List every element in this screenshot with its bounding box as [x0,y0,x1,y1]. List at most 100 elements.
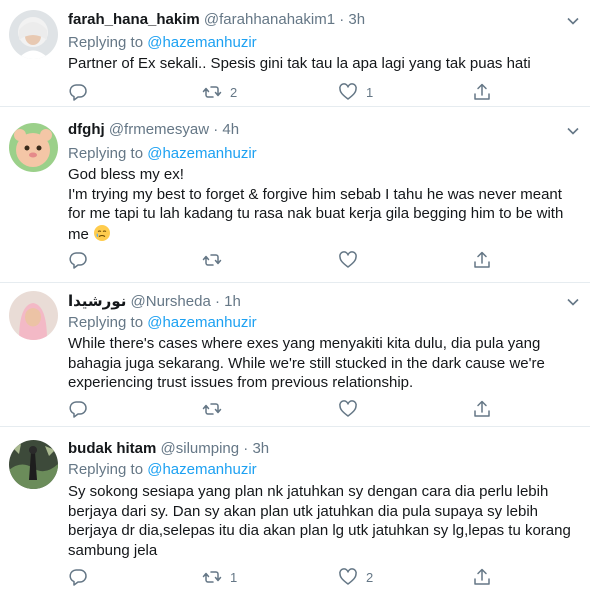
retweet-count: 2 [230,84,238,100]
tweet-text-line: I'm trying my best to forget & forgive h… [68,185,562,203]
retweet-icon [202,571,222,583]
timestamp[interactable]: 1h [224,293,241,310]
reply-mention-link[interactable]: @hazemanhuzir [147,461,256,478]
like-icon [339,568,357,585]
like-count: 2 [366,569,374,585]
display-name[interactable]: dfghj [68,121,105,138]
timestamp[interactable]: 3h [348,11,365,28]
tweet-text-line: While there's cases where exes yang meny… [68,335,541,352]
tweet-text: Partner of Ex sekali.. Spesis gini tak t… [68,54,568,74]
retweet-button[interactable]: 1 [202,567,237,587]
tweet[interactable]: farah_hana_hakim @farahhanahakim1 · 3h R… [0,0,590,107]
replying-to: Replying to @hazemanhuzir [68,34,257,51]
retweet-icon [202,86,222,98]
reply-mention-link[interactable]: @hazemanhuzir [147,34,256,51]
like-count: 1 [366,84,374,100]
share-button[interactable] [472,250,492,270]
like-icon [339,400,357,417]
replying-to: Replying to @hazemanhuzir [68,314,257,331]
chevron-down-icon[interactable] [566,14,580,28]
tweet-text-line: God bless my ex! [68,166,184,183]
tweet-text-line: bahagia juga sekarang. While we're still… [68,354,545,372]
separator: · [243,440,249,457]
retweet-icon [202,403,222,415]
user-handle[interactable]: @frmemesyaw [109,121,209,138]
share-button[interactable] [472,567,492,587]
tweet[interactable]: نورشيدا @Nursheda · 1h Replying to @haze… [0,283,590,427]
tweet-header: budak hitam @silumping · 3h [68,440,269,457]
tweet-text: Sy sokong sesiapa yang plan nk jatuhkan … [68,482,571,560]
user-handle[interactable]: @silumping [161,440,240,457]
tweet-text-line: for me tapi tu lah kadang tu rasa nak bu… [68,205,564,222]
reply-button[interactable] [68,399,96,419]
like-button[interactable] [338,399,366,419]
user-handle[interactable]: @farahhanahakim1 [204,11,335,28]
replying-to-label: Replying to [68,145,144,162]
user-handle[interactable]: @Nursheda [131,293,211,310]
replying-to: Replying to @hazemanhuzir [68,145,257,162]
reply-icon [69,252,87,269]
tweet-text-line: berjaya dr dia,selepas itu dia akan plan… [68,522,571,539]
timestamp[interactable]: 4h [222,121,239,138]
reply-icon [69,84,87,101]
tweet-text-line: me [68,224,568,245]
timestamp[interactable]: 3h [252,440,269,457]
share-icon [474,400,490,417]
like-button[interactable] [338,250,366,270]
retweet-button[interactable] [202,250,230,270]
action-bar: 2 1 [68,82,508,102]
tweet-text-line: berjaya dari sy. Dan sy akan plan utk ja… [68,502,539,520]
avatar[interactable] [9,123,58,172]
tweet[interactable]: dfghj @frmemesyaw · 4h Replying to @haze… [0,107,590,283]
tweet[interactable]: budak hitam @silumping · 3h Replying to … [0,427,590,590]
chevron-down-icon[interactable] [566,295,580,309]
replying-to-label: Replying to [68,34,144,51]
avatar[interactable] [9,440,58,489]
separator: · [339,11,345,28]
separator: · [214,293,220,310]
display-name[interactable]: budak hitam [68,440,156,457]
tweet-text: God bless my ex! I'm trying my best to f… [68,165,568,244]
reply-mention-link[interactable]: @hazemanhuzir [147,145,256,162]
avatar[interactable] [9,10,58,59]
tweet-text-line: sambung jela [68,541,158,559]
retweet-icon [202,254,222,266]
share-icon [474,251,490,268]
replying-to: Replying to @hazemanhuzir [68,461,257,478]
reply-button[interactable] [68,250,96,270]
tweet-text-line: Partner of Ex sekali.. Spesis gini tak t… [68,55,531,72]
display-name[interactable]: نورشيدا [68,293,126,310]
chevron-down-icon[interactable] [566,124,580,138]
retweet-count: 1 [230,569,238,585]
reply-button[interactable] [68,82,96,102]
avatar[interactable] [9,291,58,340]
like-button[interactable]: 1 [338,82,373,102]
reply-mention-link[interactable]: @hazemanhuzir [147,314,256,331]
tweet-header: نورشيدا @Nursheda · 1h [68,292,241,310]
retweet-button[interactable]: 2 [202,82,237,102]
like-icon [339,251,357,268]
tweet-header: dfghj @frmemesyaw · 4h [68,121,239,138]
display-name[interactable]: farah_hana_hakim [68,11,200,28]
replying-to-label: Replying to [68,461,144,478]
separator: · [213,121,219,138]
replying-to-label: Replying to [68,314,144,331]
like-icon [339,83,357,100]
retweet-button[interactable] [202,399,230,419]
tweet-text-line: experiencing trust issues from previous … [68,374,414,391]
tweet-text-fragment: me [68,225,89,243]
share-icon [474,83,490,100]
share-button[interactable] [472,399,492,419]
tweet-text-line: Sy sokong sesiapa yang plan nk jatuhkan … [68,483,549,500]
tweet-header: farah_hana_hakim @farahhanahakim1 · 3h [68,11,365,28]
reply-button[interactable] [68,567,96,587]
share-icon [474,568,490,585]
reply-icon [69,401,87,418]
crying-face-emoji-icon [94,224,111,241]
share-button[interactable] [472,82,492,102]
like-button[interactable]: 2 [338,567,373,587]
action-bar: 1 2 [68,567,508,587]
action-bar [68,250,508,270]
action-bar [68,399,508,419]
reply-icon [69,569,87,586]
